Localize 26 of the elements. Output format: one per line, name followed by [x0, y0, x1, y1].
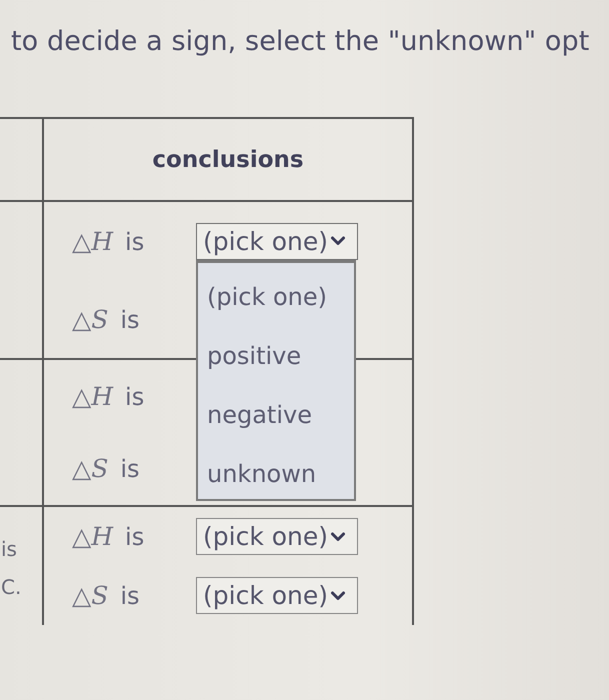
quantity-label: △S [72, 454, 108, 484]
dropdown-option[interactable]: negative [198, 386, 354, 444]
chevron-icon [331, 590, 346, 600]
dropdown-option[interactable]: (pick one) [198, 268, 354, 326]
verb-label: is [125, 228, 144, 256]
quantity-label: △H [72, 522, 114, 551]
verb-label: is [120, 306, 140, 334]
verb-label: is [125, 382, 144, 411]
instruction-text: to decide a sign, select the "unknown" opt [11, 26, 590, 58]
verb-label: is [120, 455, 140, 484]
dropdown-option[interactable]: positive [198, 326, 354, 386]
cell-text: is [0, 537, 17, 561]
quantity-label: △S [72, 581, 108, 610]
verb-label: is [120, 582, 140, 610]
dropdown-select[interactable]: (pick one) [196, 577, 358, 614]
quantity-label: △S [72, 304, 108, 334]
dropdown-option[interactable]: unknown [198, 444, 354, 504]
chevron-icon [331, 236, 346, 246]
column-heading: conclusions [152, 146, 304, 172]
cell-text: C. [0, 575, 22, 599]
quantity-label: △H [72, 382, 114, 411]
dropdown-select[interactable]: (pick one) [196, 222, 358, 260]
quantity-label: △H [72, 226, 114, 256]
chevron-icon [331, 532, 346, 542]
verb-label: is [125, 523, 144, 551]
dropdown-select[interactable]: (pick one) [196, 518, 358, 555]
